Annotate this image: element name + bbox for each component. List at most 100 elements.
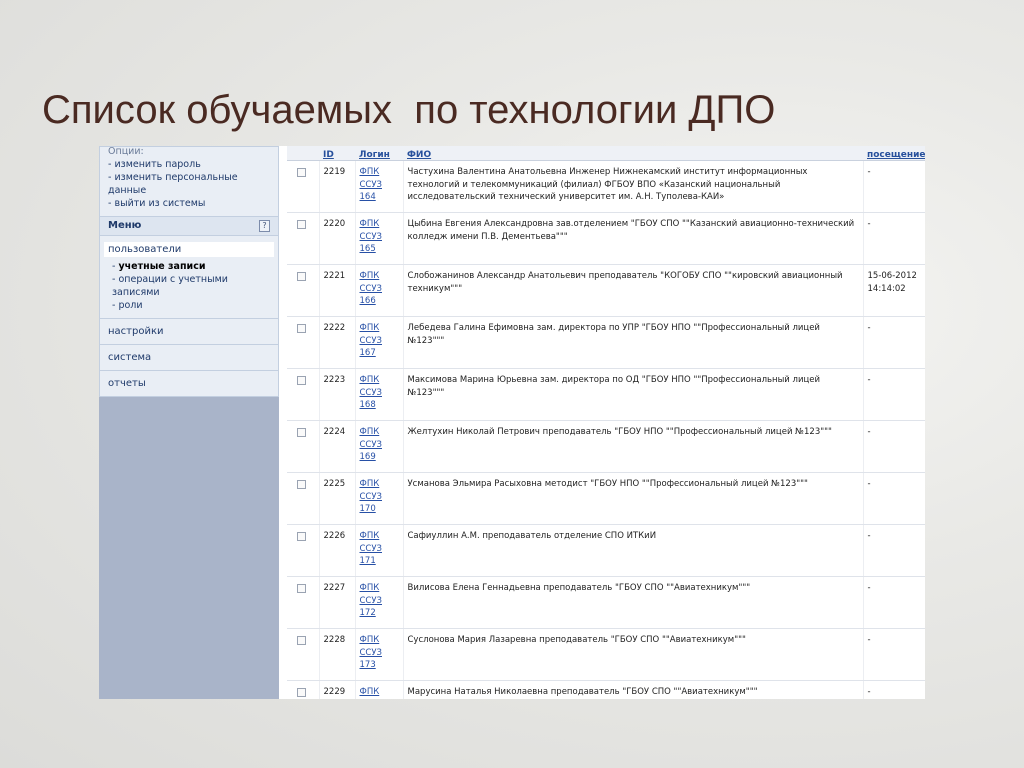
menu-body: пользователи - учетные записи - операции… xyxy=(100,236,278,318)
row-login-link[interactable]: 165 xyxy=(360,243,399,256)
row-fio: Слобожанинов Александр Анатольевич препо… xyxy=(403,264,864,317)
row-login-link[interactable]: ФПК xyxy=(360,686,399,699)
row-login-link[interactable]: ФПК xyxy=(360,270,399,283)
row-login-link[interactable]: 168 xyxy=(360,399,399,412)
row-login-link[interactable]: ССУЗ xyxy=(360,231,399,244)
row-id: 2225 xyxy=(319,472,356,525)
row-checkbox[interactable] xyxy=(297,532,306,541)
menu-item-settings[interactable]: настройки xyxy=(100,318,278,344)
header-fio[interactable]: ФИО xyxy=(403,146,863,161)
option-logout[interactable]: - выйти из системы xyxy=(108,197,272,210)
row-id: 2224 xyxy=(319,420,356,473)
options-label: Опции: xyxy=(108,146,144,157)
row-id: 2227 xyxy=(319,576,356,629)
option-change-password[interactable]: - изменить пароль xyxy=(108,158,272,171)
row-login-link[interactable]: ФПК xyxy=(360,166,399,179)
row-visit-cell: - xyxy=(863,628,925,681)
row-login-link[interactable]: ФПК xyxy=(360,582,399,595)
row-login-link[interactable]: 169 xyxy=(360,451,399,464)
row-select-cell xyxy=(287,420,320,473)
row-login-link[interactable]: ФПК xyxy=(360,426,399,439)
table-row: 2219 ФПК ССУЗ 164 Частухина Валентина Анатол… xyxy=(287,160,925,213)
submenu-item-roles[interactable]: - роли xyxy=(112,299,274,312)
submenu-item-accounts[interactable]: - учетные записи xyxy=(112,260,274,273)
row-login-link[interactable]: 172 xyxy=(360,607,399,620)
row-login-link[interactable]: ССУЗ xyxy=(360,647,399,660)
row-login-link[interactable]: ФПК xyxy=(360,322,399,335)
row-login-cell: ФПК ССУЗ 167 xyxy=(355,316,404,369)
row-login-link[interactable]: 164 xyxy=(360,191,399,204)
row-fio: Усманова Эльмира Расыховна методист "ГБО… xyxy=(403,472,864,525)
row-checkbox[interactable] xyxy=(297,324,306,333)
row-checkbox[interactable] xyxy=(297,636,306,645)
header-login[interactable]: Логин xyxy=(355,146,403,161)
menu-item-system[interactable]: система xyxy=(100,344,278,370)
row-login-link[interactable]: ССУЗ xyxy=(360,283,399,296)
table-row: 2227 ФПК ССУЗ 172 Вилисова Елена Геннадьевна… xyxy=(287,576,925,629)
row-select-cell xyxy=(287,680,320,699)
sidebar-panel: Опции: - изменить пароль - изменить перс… xyxy=(99,146,279,397)
row-visit: - xyxy=(867,479,871,489)
row-id: 2222 xyxy=(319,316,356,369)
row-checkbox[interactable] xyxy=(297,688,306,697)
row-login-link[interactable]: ССУЗ xyxy=(360,699,399,700)
row-login-link[interactable]: ССУЗ xyxy=(360,491,399,504)
row-visit: - xyxy=(867,323,871,333)
row-visit: 15-06-2012 xyxy=(867,271,917,281)
row-fio: Марусина Наталья Николаевна преподавател… xyxy=(403,680,864,699)
table-row: 2222 ФПК ССУЗ 167 Лебедева Галина Ефимовна з… xyxy=(287,316,925,369)
row-login-link[interactable]: ССУЗ xyxy=(360,387,399,400)
row-checkbox[interactable] xyxy=(297,376,306,385)
row-login-link[interactable]: ФПК xyxy=(360,634,399,647)
header-visit[interactable]: посещение xyxy=(863,146,925,161)
row-login-link[interactable]: 170 xyxy=(360,503,399,516)
menu-title: Меню xyxy=(108,220,142,231)
help-icon[interactable]: ? xyxy=(259,220,270,232)
row-visit-cell: - xyxy=(863,160,925,213)
row-checkbox[interactable] xyxy=(297,220,306,229)
menu-item-users[interactable]: пользователи xyxy=(104,242,274,257)
users-table: ID Логин ФИО посещение 2219 ФПК ССУЗ 164 Час… xyxy=(287,146,925,699)
table-row: 2226 ФПК ССУЗ 171 Сафиуллин А.М. преподавате… xyxy=(287,524,925,577)
row-login-link[interactable]: ССУЗ xyxy=(360,335,399,348)
row-login-cell: ФПК ССУЗ 171 xyxy=(355,524,404,577)
row-login-link[interactable]: 167 xyxy=(360,347,399,360)
row-select-cell xyxy=(287,524,320,577)
row-login-link[interactable]: ФПК xyxy=(360,218,399,231)
row-id: 2226 xyxy=(319,524,356,577)
row-login-link[interactable]: 173 xyxy=(360,659,399,672)
row-login-cell: ФПКССУЗ174 xyxy=(355,680,404,700)
row-visit: - xyxy=(867,427,871,437)
row-checkbox[interactable] xyxy=(297,584,306,593)
row-login-cell: ФПК ССУЗ 172 xyxy=(355,576,404,629)
row-login-link[interactable]: 171 xyxy=(360,555,399,568)
row-visit-cell: - xyxy=(863,680,925,699)
row-visit: - xyxy=(867,167,871,177)
menu-header: Меню ? xyxy=(100,216,278,236)
row-visit-cell: - xyxy=(863,316,925,369)
row-login-link[interactable]: ФПК xyxy=(360,374,399,387)
row-checkbox[interactable] xyxy=(297,480,306,489)
row-login-link[interactable]: ССУЗ xyxy=(360,439,399,452)
row-checkbox[interactable] xyxy=(297,272,306,281)
row-checkbox[interactable] xyxy=(297,168,306,177)
option-change-personal-data[interactable]: - изменить персональные данные xyxy=(108,171,272,197)
screenshot-panel: Опции: - изменить пароль - изменить перс… xyxy=(99,146,925,699)
row-login-link[interactable]: ССУЗ xyxy=(360,179,399,192)
submenu-item-account-operations[interactable]: - операции с учетными записями xyxy=(112,273,274,299)
table-row: 2223 ФПК ССУЗ 168 Максимова Марина Юрьевна з… xyxy=(287,368,925,421)
menu-item-reports[interactable]: отчеты xyxy=(100,370,278,396)
table-row: 2228 ФПК ССУЗ 173 Суслонова Мария Лазаревна … xyxy=(287,628,925,681)
row-visit: - xyxy=(867,531,871,541)
row-login-link[interactable]: ССУЗ xyxy=(360,595,399,608)
row-fio: Цыбина Евгения Александровна зав.отделен… xyxy=(403,212,864,265)
row-login-link[interactable]: 166 xyxy=(360,295,399,308)
row-login-cell: ФПК ССУЗ 173 xyxy=(355,628,404,681)
row-login-link[interactable]: ФПК xyxy=(360,478,399,491)
row-login-link[interactable]: ССУЗ xyxy=(360,543,399,556)
row-login-link[interactable]: ФПК xyxy=(360,530,399,543)
row-checkbox[interactable] xyxy=(297,428,306,437)
row-visit-cell: 15-06-2012 14:14:02 xyxy=(863,264,925,317)
row-select-cell xyxy=(287,628,320,681)
header-id[interactable]: ID xyxy=(319,146,355,161)
